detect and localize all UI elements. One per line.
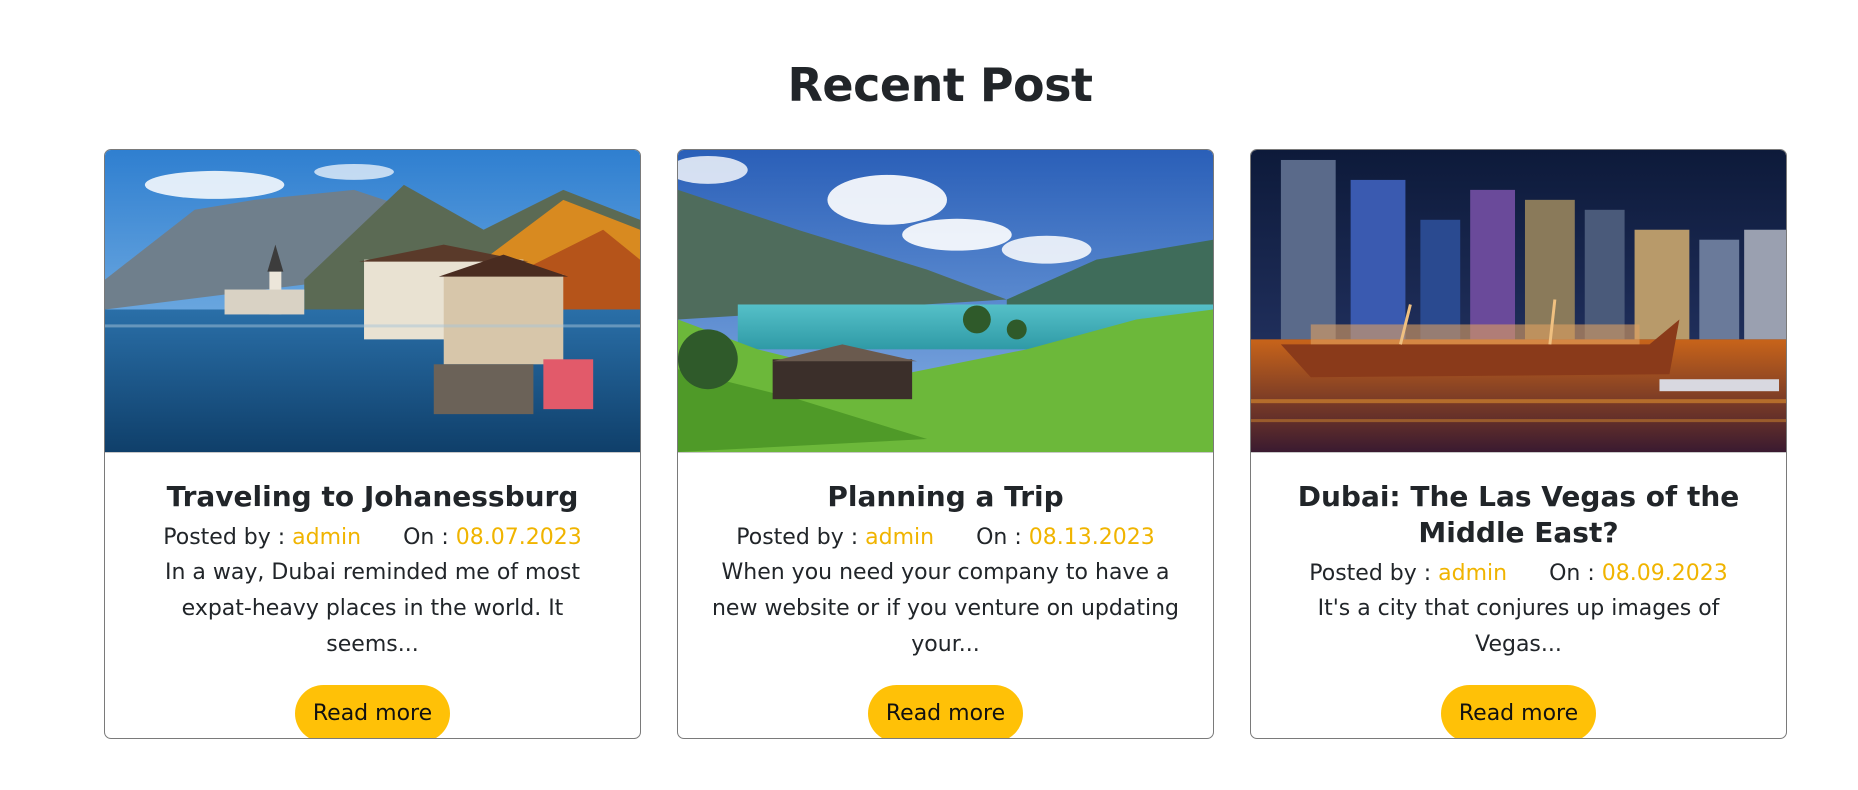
posted-by-label: Posted by :: [163, 525, 286, 550]
post-image[interactable]: [678, 150, 1213, 453]
post-title[interactable]: Planning a Trip: [694, 479, 1197, 515]
post-title[interactable]: Dubai: The Las Vegas of the Middle East?: [1267, 479, 1770, 551]
post-date: 08.09.2023: [1601, 561, 1728, 586]
author-link[interactable]: admin: [1438, 561, 1507, 586]
post-excerpt: In a way, Dubai reminded me of most expa…: [165, 560, 580, 657]
posted-by-label: Posted by :: [736, 525, 859, 550]
author-link[interactable]: admin: [865, 525, 934, 550]
post-date: 08.13.2023: [1028, 525, 1155, 550]
post-image[interactable]: [105, 150, 640, 453]
date-label: On :: [976, 525, 1022, 550]
post-card: Planning a Trip Posted by : admin On : 0…: [677, 149, 1214, 739]
post-excerpt: It's a city that conjures up images of V…: [1317, 596, 1720, 657]
post-date: 08.07.2023: [455, 525, 582, 550]
post-cards: Traveling to Johanessburg Posted by : ad…: [104, 149, 1787, 739]
post-card: Dubai: The Las Vegas of the Middle East?…: [1250, 149, 1787, 739]
read-more-button[interactable]: Read more: [295, 685, 450, 738]
post-meta: Posted by : admin On : 08.09.2023: [1267, 559, 1770, 589]
author-link[interactable]: admin: [292, 525, 361, 550]
posted-by-label: Posted by :: [1309, 561, 1432, 586]
post-card: Traveling to Johanessburg Posted by : ad…: [104, 149, 641, 739]
post-title[interactable]: Traveling to Johanessburg: [121, 479, 624, 515]
section-title: Recent Post: [787, 58, 1093, 112]
read-more-button[interactable]: Read more: [868, 685, 1023, 738]
read-more-button[interactable]: Read more: [1441, 685, 1596, 738]
post-meta: Posted by : admin On : 08.07.2023: [121, 523, 624, 553]
date-label: On :: [1549, 561, 1595, 586]
post-excerpt: When you need your company to have a new…: [711, 560, 1179, 657]
post-image[interactable]: [1251, 150, 1786, 453]
date-label: On :: [403, 525, 449, 550]
post-meta: Posted by : admin On : 08.13.2023: [694, 523, 1197, 553]
